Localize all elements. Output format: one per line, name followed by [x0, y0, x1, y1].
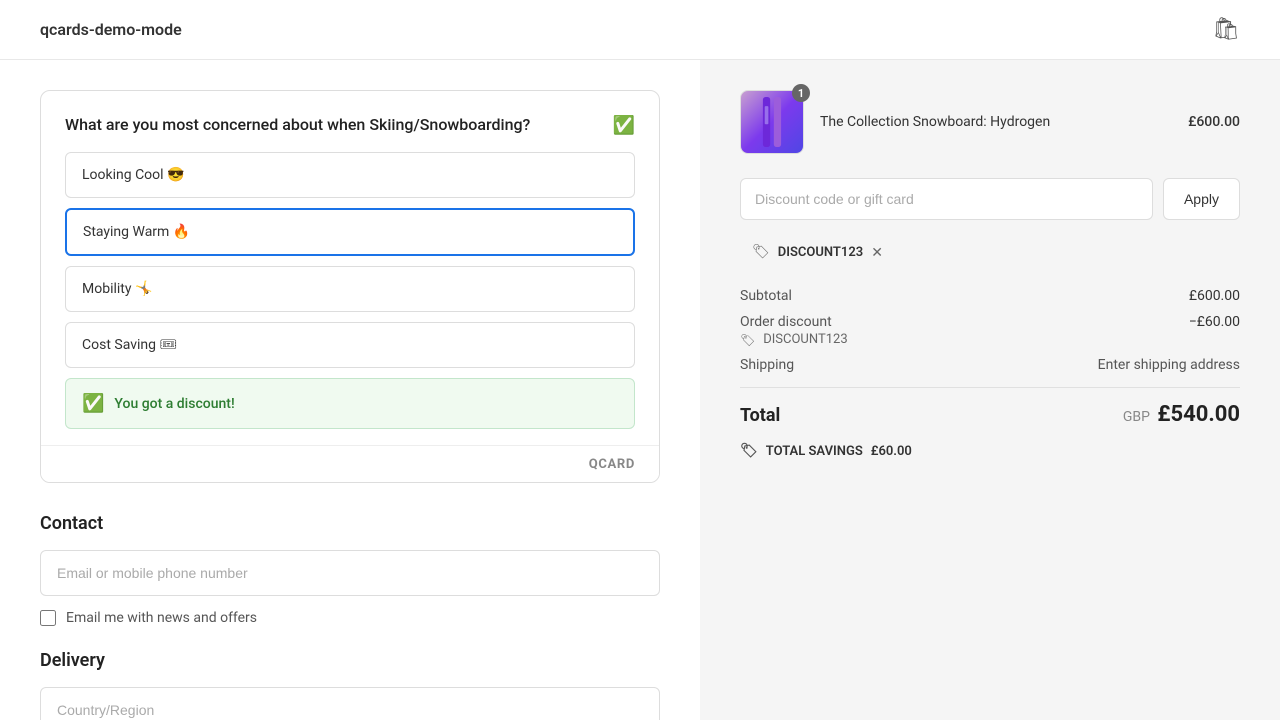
remove-discount-button[interactable]: ✕ — [871, 245, 883, 259]
right-panel: 1 The Collection Snowboard: Hydrogen £60… — [700, 60, 1280, 720]
option-label: Staying Warm 🔥 — [83, 224, 190, 240]
discount-check-icon: ✅ — [82, 393, 104, 414]
contact-title: Contact — [40, 513, 660, 534]
discount-input[interactable] — [740, 178, 1153, 220]
discount-banner-text: You got a discount! — [114, 396, 234, 412]
cart-icon[interactable]: 🛍 — [1212, 17, 1240, 42]
product-row: 1 The Collection Snowboard: Hydrogen £60… — [740, 90, 1240, 154]
savings-label: TOTAL SAVINGS — [766, 444, 863, 459]
savings-row: 🏷 TOTAL SAVINGS £60.00 — [740, 443, 1240, 459]
product-badge: 1 — [792, 84, 810, 102]
site-title: qcards-demo-mode — [40, 20, 182, 39]
option-staying-warm[interactable]: Staying Warm 🔥 — [65, 208, 635, 256]
savings-value: £60.00 — [871, 444, 912, 459]
qcard-widget: What are you most concerned about when S… — [40, 90, 660, 483]
discount-input-row: Apply — [740, 178, 1240, 220]
product-price: £600.00 — [1188, 114, 1240, 130]
country-field[interactable] — [40, 687, 660, 720]
total-value: £540.00 — [1157, 402, 1240, 427]
total-currency: GBP — [1123, 409, 1150, 425]
option-mobility[interactable]: Mobility 🤸 — [65, 266, 635, 312]
qcard-question: What are you most concerned about when S… — [65, 115, 635, 134]
shipping-row: Shipping Enter shipping address — [740, 357, 1240, 373]
product-image-wrap: 1 — [740, 90, 804, 154]
delivery-section: Delivery — [40, 650, 660, 720]
applied-discount-tag: 🏷 DISCOUNT123 ✕ — [740, 236, 895, 268]
subtotal-label: Subtotal — [740, 288, 792, 304]
question-text: What are you most concerned about when S… — [65, 115, 530, 134]
left-panel: What are you most concerned about when S… — [0, 60, 700, 720]
subtotal-row: Subtotal £600.00 — [740, 288, 1240, 304]
subtotal-value: £600.00 — [1189, 288, 1240, 304]
delivery-title: Delivery — [40, 650, 660, 671]
discount-code-detail: DISCOUNT123 — [763, 332, 847, 347]
discount-amount: −£60.00 — [1189, 314, 1240, 347]
order-discount-row: Order discount 🏷 DISCOUNT123 −£60.00 — [740, 314, 1240, 347]
option-label: Mobility 🤸 — [82, 281, 152, 297]
option-label: Cost Saving 🎟 — [82, 337, 177, 353]
question-check-icon: ✅ — [613, 115, 635, 136]
qcard-inner: What are you most concerned about when S… — [41, 91, 659, 445]
apply-button[interactable]: Apply — [1163, 178, 1240, 220]
total-label: Total — [740, 405, 780, 426]
savings-icon: 🏷 — [740, 443, 758, 459]
contact-section: Contact Email me with news and offers — [40, 513, 660, 626]
order-discount-label-group: Order discount 🏷 DISCOUNT123 — [740, 314, 848, 347]
newsletter-checkbox[interactable] — [40, 610, 56, 626]
option-cost-saving[interactable]: Cost Saving 🎟 — [65, 322, 635, 368]
applied-code-label: DISCOUNT123 — [778, 245, 863, 260]
shipping-value: Enter shipping address — [1098, 357, 1240, 373]
summary-divider — [740, 387, 1240, 388]
option-label: Looking Cool 😎 — [82, 167, 184, 183]
header: qcards-demo-mode 🛍 — [0, 0, 1280, 60]
qcard-footer: QCARD — [41, 445, 659, 482]
qcard-brand: QCARD — [589, 457, 635, 472]
shipping-label: Shipping — [740, 357, 794, 373]
product-name: The Collection Snowboard: Hydrogen — [820, 114, 1172, 130]
discount-code-icon: 🏷 — [740, 333, 755, 347]
email-field[interactable] — [40, 550, 660, 596]
total-value-group: GBP £540.00 — [1123, 402, 1240, 427]
discount-tag-icon: 🏷 — [752, 244, 770, 260]
order-discount-label: Order discount — [740, 314, 848, 330]
newsletter-label: Email me with news and offers — [66, 610, 257, 626]
main-layout: What are you most concerned about when S… — [0, 60, 1280, 720]
option-looking-cool[interactable]: Looking Cool 😎 — [65, 152, 635, 198]
total-row: Total GBP £540.00 — [740, 402, 1240, 427]
newsletter-row: Email me with news and offers — [40, 610, 660, 626]
discount-success-banner: ✅ You got a discount! — [65, 378, 635, 429]
